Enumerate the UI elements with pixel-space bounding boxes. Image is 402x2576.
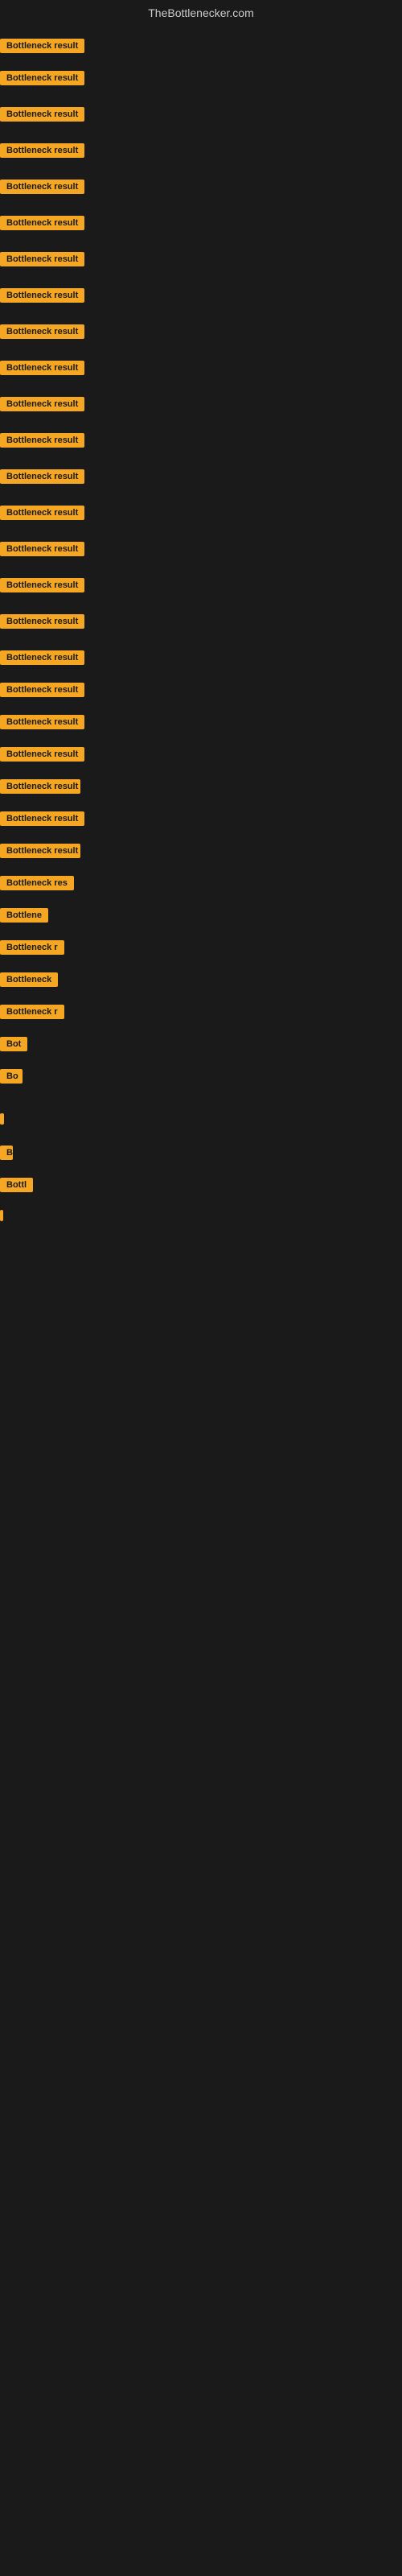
bottleneck-badge: Bottleneck result	[0, 216, 84, 230]
bottleneck-badge: Bottleneck result	[0, 578, 84, 592]
list-item[interactable]: Bottleneck result	[0, 578, 84, 597]
bottleneck-badge: Bottlene	[0, 908, 48, 923]
list-item[interactable]: Bottleneck result	[0, 216, 84, 234]
list-item[interactable]: Bottleneck result	[0, 324, 84, 343]
list-item[interactable]: Bottleneck result	[0, 779, 80, 798]
list-item[interactable]: Bottleneck result	[0, 107, 84, 126]
list-item[interactable]: Bottleneck result	[0, 469, 84, 488]
list-item[interactable]: Bottleneck result	[0, 650, 84, 669]
list-item[interactable]: Bottleneck res	[0, 876, 74, 894]
bottleneck-badge: Bo	[0, 1069, 23, 1084]
list-item[interactable]: Bottleneck result	[0, 542, 84, 560]
list-item[interactable]: Bottleneck result	[0, 811, 84, 830]
list-item[interactable]: Bot	[0, 1037, 27, 1055]
list-item[interactable]: Bottleneck r	[0, 940, 64, 959]
bottleneck-badge: Bottleneck result	[0, 614, 84, 629]
list-item[interactable]: Bo	[0, 1069, 23, 1088]
bottleneck-badge: Bottleneck result	[0, 469, 84, 484]
list-item[interactable]: Bottleneck result	[0, 397, 84, 415]
list-item[interactable]: Bottleneck r	[0, 1005, 64, 1023]
list-item[interactable]: Bottleneck result	[0, 288, 84, 307]
list-item[interactable]: B	[0, 1146, 13, 1164]
list-item	[0, 1210, 3, 1221]
bottleneck-badge: Bottl	[0, 1178, 33, 1192]
bottleneck-badge: Bottleneck result	[0, 288, 84, 303]
bottleneck-badge: Bottleneck result	[0, 844, 80, 858]
list-item[interactable]: Bottleneck	[0, 972, 58, 991]
bottleneck-badge: Bottleneck result	[0, 252, 84, 266]
site-title-bar: TheBottlenecker.com	[0, 0, 402, 23]
list-item[interactable]: Bottlene	[0, 908, 48, 927]
bottleneck-badge: Bot	[0, 1037, 27, 1051]
bottleneck-badge: Bottleneck result	[0, 180, 84, 194]
bottleneck-badge: Bottleneck	[0, 972, 58, 987]
list-item[interactable]: Bottleneck result	[0, 143, 84, 162]
bottleneck-badge: Bottleneck result	[0, 715, 84, 729]
bottleneck-badge: Bottleneck result	[0, 71, 84, 85]
bottleneck-badge: Bottleneck r	[0, 940, 64, 955]
bottleneck-badge: Bottleneck res	[0, 876, 74, 890]
bottleneck-badge: Bottleneck result	[0, 683, 84, 697]
site-title: TheBottlenecker.com	[148, 6, 254, 19]
bottleneck-badge: Bottleneck result	[0, 779, 80, 794]
list-item[interactable]: Bottl	[0, 1178, 33, 1196]
bottleneck-badge: Bottleneck result	[0, 361, 84, 375]
list-item[interactable]: Bottleneck result	[0, 252, 84, 270]
list-item[interactable]: Bottleneck result	[0, 433, 84, 452]
list-item[interactable]: Bottleneck result	[0, 180, 84, 198]
list-item[interactable]: Bottleneck result	[0, 683, 84, 701]
list-item[interactable]: Bottleneck result	[0, 614, 84, 633]
bottleneck-badge: Bottleneck result	[0, 506, 84, 520]
list-item[interactable]: Bottleneck result	[0, 506, 84, 524]
bottleneck-badge: B	[0, 1146, 13, 1160]
bottleneck-badge: Bottleneck result	[0, 542, 84, 556]
bottleneck-badge: Bottleneck result	[0, 324, 84, 339]
list-item	[0, 1113, 4, 1125]
bottleneck-badge: Bottleneck result	[0, 39, 84, 53]
bottleneck-badge: Bottleneck result	[0, 397, 84, 411]
bottleneck-badge: Bottleneck result	[0, 650, 84, 665]
bottleneck-badge: Bottleneck result	[0, 747, 84, 762]
bottleneck-list: Bottleneck result Bottleneck result Bottle…	[0, 23, 402, 2558]
list-item[interactable]: Bottleneck result	[0, 361, 84, 379]
list-item[interactable]: Bottleneck result	[0, 747, 84, 766]
bottleneck-badge: Bottleneck result	[0, 811, 84, 826]
list-item[interactable]: Bottleneck result	[0, 715, 84, 733]
list-item[interactable]: Bottleneck result	[0, 844, 80, 862]
list-item[interactable]: Bottleneck result	[0, 39, 84, 57]
bottleneck-badge: Bottleneck result	[0, 107, 84, 122]
bottleneck-badge: Bottleneck result	[0, 433, 84, 448]
bottleneck-badge: Bottleneck r	[0, 1005, 64, 1019]
list-item[interactable]: Bottleneck result	[0, 71, 84, 89]
bottleneck-badge: Bottleneck result	[0, 143, 84, 158]
